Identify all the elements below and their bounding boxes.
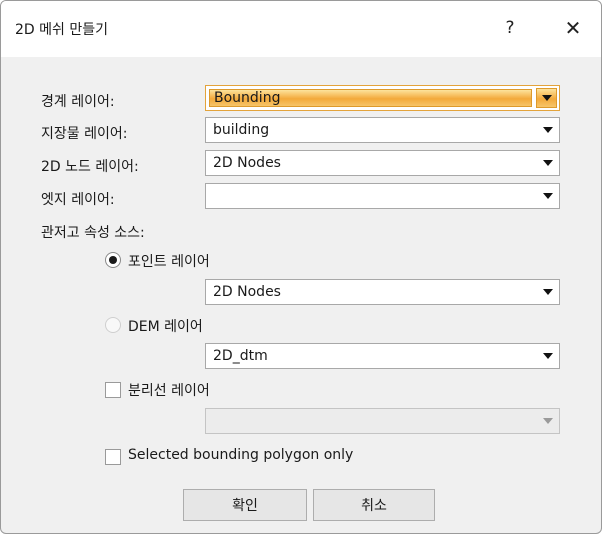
node-layer-label: 2D 노드 레이어:: [41, 159, 139, 175]
chevron-down-icon[interactable]: [536, 344, 559, 368]
dem-layer-select[interactable]: 2D_dtm: [205, 343, 560, 369]
selected-polygon-checkbox[interactable]: [105, 449, 121, 465]
breakline-layer-select[interactable]: [205, 408, 560, 434]
feature-layer-label: 지장물 레이어:: [41, 126, 128, 142]
close-button[interactable]: ✕: [553, 13, 593, 43]
chevron-down-icon[interactable]: [536, 151, 559, 175]
title-bar: 2D 메쉬 만들기 ? ✕: [1, 1, 601, 57]
point-layer-select[interactable]: 2D Nodes: [205, 279, 560, 305]
breakline-label: 분리선 레이어: [128, 383, 210, 399]
boundary-layer-label: 경계 레이어:: [41, 94, 115, 110]
chevron-down-icon[interactable]: [536, 184, 559, 208]
ok-button[interactable]: 확인: [183, 489, 307, 521]
close-icon: ✕: [564, 16, 582, 40]
dem-layer-label: DEM 레이어: [128, 319, 203, 335]
boundary-layer-value: Bounding: [214, 90, 281, 106]
feature-layer-select[interactable]: building: [205, 117, 560, 143]
point-layer-value: 2D Nodes: [213, 284, 281, 300]
ok-button-label: 확인: [232, 498, 258, 514]
feature-layer-value: building: [213, 122, 270, 138]
breakline-checkbox[interactable]: [105, 382, 121, 398]
node-layer-value: 2D Nodes: [213, 155, 281, 171]
node-layer-select[interactable]: 2D Nodes: [205, 150, 560, 176]
edge-layer-select[interactable]: [205, 183, 560, 209]
help-button[interactable]: ?: [490, 13, 530, 43]
point-layer-radio[interactable]: [105, 252, 121, 268]
cancel-button[interactable]: 취소: [313, 489, 435, 521]
mesh-dialog: 2D 메쉬 만들기 ? ✕ 경계 레이어: Bounding 지장물 레이어: …: [0, 0, 602, 534]
selected-polygon-label: Selected bounding polygon only: [128, 447, 354, 463]
dem-layer-radio[interactable]: [105, 317, 121, 333]
question-mark-icon: ?: [505, 18, 515, 38]
dem-layer-value: 2D_dtm: [213, 348, 268, 364]
boundary-layer-select[interactable]: Bounding: [205, 85, 560, 111]
point-layer-label: 포인트 레이어: [128, 254, 210, 270]
chevron-down-icon[interactable]: [536, 118, 559, 142]
elevation-source-label: 관저고 속성 소스:: [41, 225, 145, 241]
chevron-down-icon[interactable]: [536, 88, 557, 108]
chevron-down-icon[interactable]: [536, 280, 559, 304]
edge-layer-label: 엣지 레이어:: [41, 192, 115, 208]
dialog-title: 2D 메쉬 만들기: [15, 22, 108, 38]
cancel-button-label: 취소: [361, 498, 387, 514]
chevron-down-icon[interactable]: [536, 409, 559, 433]
